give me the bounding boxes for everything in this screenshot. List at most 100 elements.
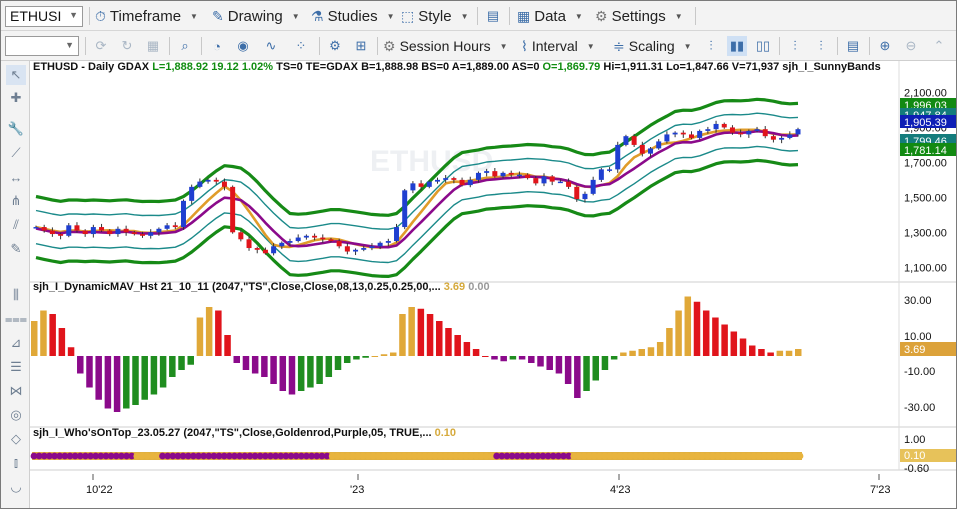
histogram-bar bbox=[748, 345, 756, 356]
histogram-bar bbox=[629, 350, 636, 356]
zoom-icon[interactable]: ⌕ bbox=[175, 36, 195, 56]
histogram-bar bbox=[380, 354, 388, 356]
pitchfork-icon[interactable]: ⋔ bbox=[6, 191, 26, 211]
session-hours-button[interactable]: ⚙ Session Hours ▼ bbox=[383, 35, 508, 57]
lines-icon[interactable]: ☰ bbox=[6, 357, 26, 377]
candle bbox=[99, 227, 105, 231]
wot-header: sjh_I_Who'sOnTop_23.05.27 (2047,"TS",Clo… bbox=[33, 427, 456, 439]
candle bbox=[426, 181, 432, 187]
arc-icon[interactable]: ◡ bbox=[6, 477, 26, 497]
candle bbox=[394, 227, 400, 242]
gear-icon: ⚙ bbox=[383, 37, 396, 54]
hollow-candle-icon[interactable]: ▯▯ bbox=[753, 36, 773, 56]
histogram-bar bbox=[104, 356, 112, 409]
layout-icon[interactable]: ▤ bbox=[483, 6, 503, 26]
chevron-down-icon: ▼ bbox=[386, 11, 395, 21]
candle bbox=[566, 181, 572, 187]
chevron-down-icon: ▼ bbox=[499, 41, 508, 51]
chevron-down-icon: ▼ bbox=[460, 11, 469, 21]
quote-info: TS=0 TE=GDAX B=1,888.98 BS=0 A=1,889.00 … bbox=[276, 61, 540, 73]
gear-small-icon[interactable]: ⚙ bbox=[325, 36, 345, 56]
histogram-bar bbox=[785, 350, 793, 356]
hist-value-tag-text: 3.69 bbox=[904, 344, 925, 356]
grid-icon[interactable]: ▦ bbox=[143, 36, 163, 56]
histogram-bar bbox=[528, 356, 535, 363]
chevron-up-icon[interactable]: ⌃ bbox=[929, 36, 949, 56]
timeframe-button[interactable]: ⏱ Timeframe ▼ bbox=[95, 5, 198, 27]
histogram-bar bbox=[169, 356, 176, 377]
gann-icon[interactable]: ⋈ bbox=[6, 381, 26, 401]
arrows-icon[interactable]: ↔ bbox=[6, 167, 26, 187]
studies-button[interactable]: ⚗ Studies ▼ bbox=[311, 5, 395, 27]
channel-icon[interactable]: ⫽ bbox=[6, 215, 26, 235]
candle bbox=[697, 130, 703, 138]
candle bbox=[303, 235, 309, 238]
candle bbox=[107, 230, 113, 235]
candle bbox=[385, 241, 391, 243]
hierarchy-icon[interactable]: ⊞ bbox=[351, 36, 371, 56]
scatter-icon[interactable]: ⁘ bbox=[291, 36, 311, 56]
crosshair-icon[interactable]: ✚ bbox=[6, 88, 26, 108]
histogram-bar bbox=[767, 352, 774, 356]
ticks-icon[interactable]: ⫾ bbox=[6, 453, 26, 473]
bars-icon[interactable]: ⫼ bbox=[6, 285, 26, 305]
trendline-icon[interactable]: ⟋ bbox=[6, 143, 26, 163]
candle bbox=[656, 141, 662, 149]
candle bbox=[648, 148, 654, 154]
measure-icon[interactable]: ⊿ bbox=[6, 333, 26, 353]
divider bbox=[837, 37, 838, 55]
histogram-bar bbox=[86, 356, 93, 388]
histogram-bar bbox=[334, 356, 342, 370]
reload-icon[interactable]: ↻ bbox=[117, 36, 137, 56]
zoom-out-icon[interactable]: ⊖ bbox=[901, 36, 921, 56]
eye-icon[interactable]: ◉ bbox=[233, 36, 253, 56]
pencil-icon[interactable]: ✎ bbox=[6, 239, 26, 259]
gauge-icon[interactable]: ◔ bbox=[207, 36, 227, 56]
refresh-icon[interactable]: ⟳ bbox=[91, 36, 111, 56]
zoom-in-icon[interactable]: ⊕ bbox=[875, 36, 895, 56]
candlestick-icon[interactable]: ▮▮ bbox=[727, 36, 747, 56]
symbol-text: ETHUSI bbox=[10, 8, 62, 24]
histogram-bar bbox=[196, 317, 204, 356]
histogram-title: sjh_I_DynamicMAV_Hst 21_10_11 (2047,"TS"… bbox=[33, 281, 441, 293]
shape-icon[interactable]: ◇ bbox=[6, 429, 26, 449]
candle bbox=[787, 134, 793, 138]
studies-label: Studies bbox=[327, 7, 378, 25]
data-button[interactable]: ▦ Data ▼ bbox=[517, 5, 583, 27]
chevron-down-icon: ▼ bbox=[69, 10, 78, 20]
drawing-button[interactable]: ✎ Drawing ▼ bbox=[212, 5, 300, 27]
histogram-bar bbox=[518, 356, 526, 360]
divider bbox=[319, 37, 320, 55]
histogram-bar bbox=[712, 317, 719, 356]
histogram-bar bbox=[123, 356, 130, 409]
interval-button[interactable]: ⌇ Interval ▼ bbox=[521, 35, 595, 57]
cycle-icon[interactable]: ◎ bbox=[6, 405, 26, 425]
settings-button[interactable]: ⚙ Settings ▼ bbox=[595, 5, 683, 27]
hlc-icon[interactable]: ⫶ bbox=[811, 36, 831, 56]
histogram-bar bbox=[307, 356, 314, 388]
wot-dot bbox=[796, 452, 804, 460]
flask-icon: ⚗ bbox=[311, 7, 324, 24]
ohlc-icon[interactable]: ⫶ bbox=[785, 36, 805, 56]
histogram-bar bbox=[49, 314, 56, 356]
cursor-icon[interactable]: ↖ bbox=[6, 65, 26, 85]
candle bbox=[525, 174, 531, 179]
candle bbox=[58, 234, 64, 236]
candle bbox=[418, 183, 424, 187]
histogram-bar bbox=[362, 356, 369, 358]
style-button[interactable]: ⬚ Style ▼ bbox=[401, 5, 469, 27]
symbol-input[interactable]: ETHUSI ▼ bbox=[5, 6, 83, 27]
wrench-icon[interactable]: 🔧 bbox=[6, 119, 26, 139]
link-dropdown[interactable]: ▼ bbox=[5, 36, 79, 56]
line-chart-icon[interactable]: ∿ bbox=[261, 36, 281, 56]
histogram-bar bbox=[205, 307, 213, 356]
scaling-button[interactable]: ≑ Scaling ▼ bbox=[613, 35, 692, 57]
candle bbox=[492, 171, 498, 177]
candle bbox=[156, 228, 162, 233]
candle bbox=[770, 136, 776, 140]
hi-lo-vol: Hi=1,911.31 Lo=1,847.66 V=71,937 bbox=[603, 61, 780, 73]
panel-icon[interactable]: ▤ bbox=[843, 36, 863, 56]
bar-chart-icon[interactable]: ⫶ bbox=[701, 36, 721, 56]
fib-icon[interactable]: ⩶ bbox=[5, 309, 27, 329]
chart-area[interactable]: ETHUSD 2,100.00 1,900.00 1,700.00 1,500.00 1… bbox=[30, 61, 956, 508]
